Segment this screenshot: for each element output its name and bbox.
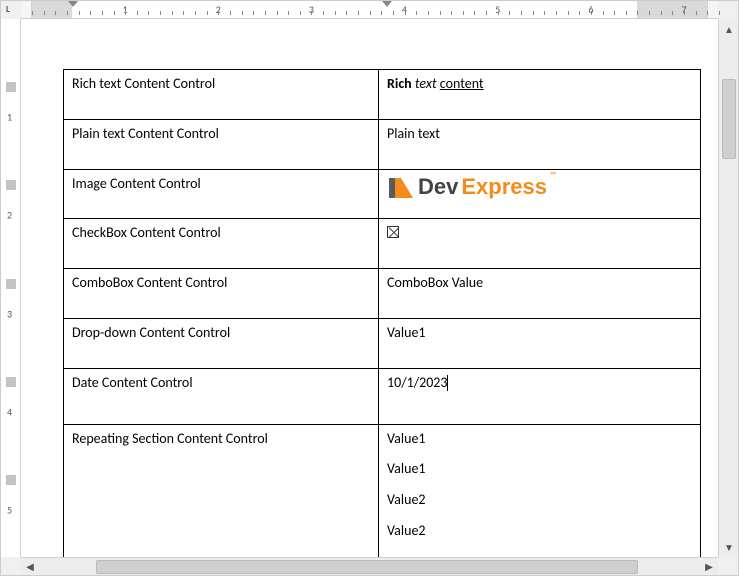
scroll-right-button[interactable]: ▶ bbox=[700, 560, 718, 574]
image-value-cell[interactable]: DevExpress™ bbox=[379, 169, 701, 219]
row-label: Rich text Content Control bbox=[64, 70, 379, 120]
horizontal-ruler[interactable]: L 1234567 bbox=[21, 1, 718, 19]
table-row: Plain text Content Control Plain text bbox=[64, 119, 701, 169]
table-row: Image Content Control DevExpress™ bbox=[64, 169, 701, 219]
hanging-indent-marker[interactable] bbox=[382, 1, 392, 7]
horizontal-scroll-track[interactable] bbox=[41, 560, 698, 574]
logo-trademark: ™ bbox=[550, 171, 556, 182]
date-value-cell[interactable]: 10/1/2023 bbox=[379, 368, 701, 424]
combobox-value-cell[interactable]: ComboBox Value bbox=[379, 269, 701, 319]
horizontal-scrollbar[interactable]: ◀ ▶ bbox=[21, 557, 718, 575]
ruler-left-margin[interactable] bbox=[32, 1, 72, 18]
repeating-item: Value1 bbox=[387, 461, 692, 478]
plain-text-value: Plain text bbox=[387, 125, 440, 142]
vertical-ruler[interactable]: 1 2 3 4 5 bbox=[1, 19, 21, 557]
repeating-item: Value2 bbox=[387, 492, 692, 509]
rich-text-value-cell[interactable]: Rich text content bbox=[379, 70, 701, 120]
checkbox-value-cell[interactable] bbox=[379, 219, 701, 269]
text-cursor bbox=[447, 375, 448, 391]
ruler-number: 2 bbox=[7, 209, 12, 222]
table-row: CheckBox Content Control bbox=[64, 219, 701, 269]
combobox-value: ComboBox Value bbox=[387, 274, 483, 291]
ruler-number: 4 bbox=[7, 405, 12, 418]
vertical-scroll-thumb[interactable] bbox=[722, 79, 736, 159]
devexpress-logo-icon bbox=[387, 174, 415, 200]
checkbox-checked-icon[interactable] bbox=[387, 226, 399, 238]
table-row: Drop-down Content Control Value1 bbox=[64, 318, 701, 368]
document-page[interactable]: Rich text Content Control Rich text cont… bbox=[21, 19, 718, 557]
row-label: Date Content Control bbox=[64, 368, 379, 424]
vertical-scrollbar[interactable]: ▲ ▼ bbox=[718, 19, 738, 557]
table-row: Repeating Section Content Control Value1… bbox=[64, 424, 701, 557]
dropdown-value: Value1 bbox=[387, 324, 426, 341]
rich-text-italic: text bbox=[415, 75, 437, 92]
row-label: Image Content Control bbox=[64, 169, 379, 219]
repeating-value-cell[interactable]: Value1 Value1 Value2 Value2 bbox=[379, 424, 701, 557]
repeating-item: Value2 bbox=[387, 523, 692, 540]
first-line-indent-marker[interactable] bbox=[68, 1, 78, 7]
ruler-tab-indicator[interactable]: L bbox=[6, 4, 10, 15]
content-controls-table: Rich text Content Control Rich text cont… bbox=[63, 69, 701, 557]
table-row: ComboBox Content Control ComboBox Value bbox=[64, 269, 701, 319]
rich-text-underline: content bbox=[440, 75, 484, 92]
ruler-number: 1 bbox=[7, 111, 12, 124]
ruler-number: 3 bbox=[7, 307, 12, 320]
plain-text-value-cell[interactable]: Plain text bbox=[379, 119, 701, 169]
row-label: Repeating Section Content Control bbox=[64, 424, 379, 557]
document-viewport: Rich text Content Control Rich text cont… bbox=[21, 19, 718, 557]
row-label: Drop-down Content Control bbox=[64, 318, 379, 368]
rich-text-bold: Rich bbox=[387, 75, 412, 92]
logo-dev-text: Dev bbox=[418, 174, 458, 200]
scroll-up-button[interactable]: ▲ bbox=[722, 22, 736, 36]
repeating-item: Value1 bbox=[387, 431, 692, 448]
row-label: CheckBox Content Control bbox=[64, 219, 379, 269]
table-row: Rich text Content Control Rich text cont… bbox=[64, 70, 701, 120]
logo-express-text: Express bbox=[461, 174, 547, 200]
date-value: 10/1/2023 bbox=[387, 374, 447, 391]
scroll-down-button[interactable]: ▼ bbox=[722, 540, 736, 554]
dropdown-value-cell[interactable]: Value1 bbox=[379, 318, 701, 368]
row-label: ComboBox Content Control bbox=[64, 269, 379, 319]
table-row: Date Content Control 10/1/2023 bbox=[64, 368, 701, 424]
devexpress-logo: DevExpress™ bbox=[387, 174, 692, 200]
scroll-left-button[interactable]: ◀ bbox=[21, 560, 39, 574]
row-label: Plain text Content Control bbox=[64, 119, 379, 169]
ruler-right-margin[interactable] bbox=[637, 1, 707, 18]
horizontal-scroll-thumb[interactable] bbox=[96, 560, 638, 574]
ruler-number: 5 bbox=[7, 503, 12, 516]
